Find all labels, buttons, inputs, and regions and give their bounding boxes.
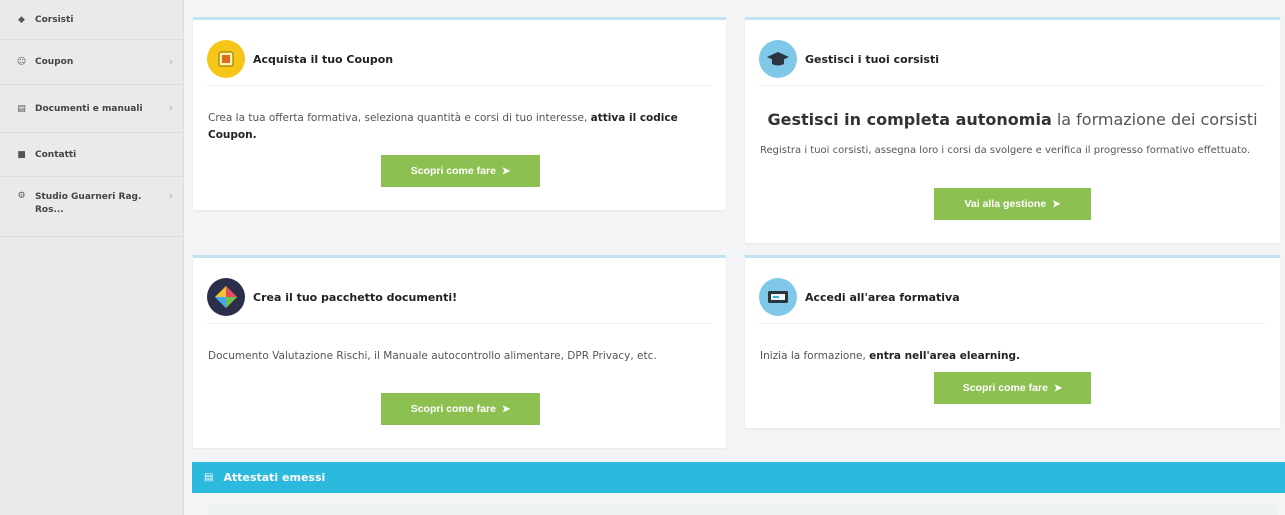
document-icon: ▤ [17, 103, 26, 114]
card-description: Documento Valutazione Rischi, il Manuale… [208, 350, 657, 362]
graduation-cap-icon: ◆ [18, 14, 25, 25]
vai-alla-gestione-button[interactable]: Vai alla gestione ➤ [934, 188, 1091, 220]
sidebar-item-documenti[interactable]: ▤ Documenti e manuali › [0, 85, 183, 133]
users-icon: ☺ [16, 57, 27, 67]
card-title: Gestisci i tuoi corsisti [805, 52, 939, 66]
card-header: Acquista il tuo Coupon [207, 33, 712, 86]
send-arrow-icon: ➤ [1052, 198, 1061, 210]
chevron-right-icon: › [168, 191, 173, 202]
sidebar-item-label: Documenti e manuali [35, 103, 143, 114]
scopri-documenti-button[interactable]: Scopri come fare ➤ [381, 393, 540, 425]
card-title: Acquista il tuo Coupon [253, 52, 394, 66]
card-corsisti: Gestisci i tuoi corsisti Gestisci in com… [745, 17, 1280, 243]
coupon-ticket-icon [207, 40, 245, 78]
sidebar-item-label: Coupon [35, 57, 74, 67]
card-header: Crea il tuo pacchetto documenti! [207, 271, 712, 324]
card-header: Gestisci i tuoi corsisti [759, 33, 1266, 86]
document-package-icon [207, 278, 245, 316]
document-icon: ▤ [204, 472, 214, 483]
send-arrow-icon: ➤ [1053, 382, 1063, 394]
sidebar-item-label: Studio Guarneri Rag. Ros... [35, 192, 142, 215]
card-title: Crea il tuo pacchetto documenti! [253, 290, 458, 304]
card-description: Inizia la formazione, entra nell'area el… [760, 350, 1020, 362]
chevron-right-icon: › [168, 103, 173, 114]
sidebar-item-studio[interactable]: ⚙ Studio Guarneri Rag. Ros... › [0, 177, 183, 237]
sidebar-item-corsisti[interactable]: ◆ Corsisti [0, 0, 183, 40]
chevron-right-icon: › [168, 56, 173, 68]
contacts-icon: ■ [17, 149, 26, 160]
card-coupon: Acquista il tuo Coupon Crea la tua offer… [193, 17, 726, 210]
sidebar-item-coupon[interactable]: ☺ Coupon › [0, 40, 183, 85]
attestati-content [208, 505, 1278, 515]
card-documenti: Crea il tuo pacchetto documenti! Documen… [193, 255, 726, 448]
sidebar-item-label: Contatti [35, 149, 77, 160]
graduation-cap-icon [759, 40, 797, 78]
gear-icon: ⚙ [17, 191, 26, 201]
card-header: Accedi all'area formativa [759, 271, 1266, 324]
sidebar: ◆ Corsisti ☺ Coupon › ▤ Documenti e manu… [0, 0, 184, 515]
scopri-coupon-button[interactable]: Scopri come fare ➤ [381, 155, 540, 187]
card-description: Crea la tua offerta formativa, seleziona… [208, 112, 678, 141]
card-title: Accedi all'area formativa [805, 290, 960, 304]
card-headline: Gestisci in completa autonomia la formaz… [767, 110, 1258, 129]
send-arrow-icon: ➤ [501, 403, 511, 415]
card-area-formativa: Accedi all'area formativa Inizia la form… [745, 255, 1280, 428]
send-arrow-icon: ➤ [501, 165, 511, 177]
card-description: Registra i tuoi corsisti, assegna loro i… [760, 145, 1251, 156]
sidebar-item-contatti[interactable]: ■ Contatti [0, 133, 183, 177]
attestati-emessi-header[interactable]: ▤ Attestati emessi [192, 462, 1285, 493]
scopri-area-formativa-button[interactable]: Scopri come fare ➤ [934, 372, 1091, 404]
attestati-label: Attestati emessi [223, 471, 326, 484]
elearning-screen-icon [759, 278, 797, 316]
sidebar-item-label: Corsisti [35, 14, 74, 25]
